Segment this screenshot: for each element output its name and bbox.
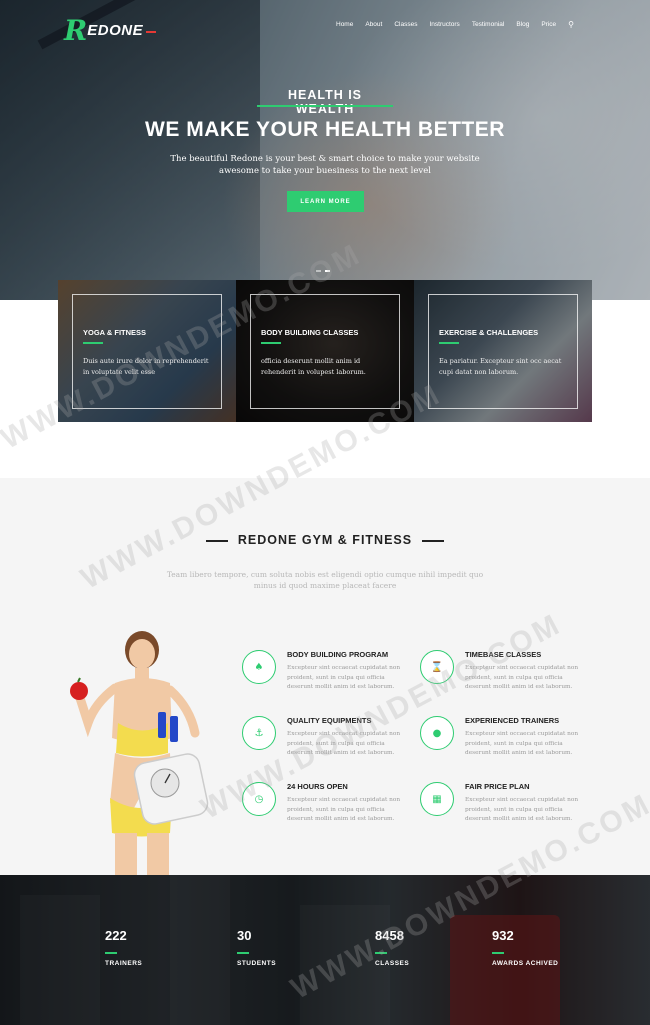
about-subtitle: Team libero tempore, cum soluta nobis es… <box>166 570 484 590</box>
stat-label: TRAINERS <box>105 959 143 967</box>
stat-classes: 8458 CLASSES <box>375 928 409 967</box>
hero-tagline-underline <box>257 105 393 107</box>
feature-title: BODY BUILDING PROGRAM <box>287 650 389 659</box>
slider-dot-active[interactable] <box>325 270 330 272</box>
stat-number: 30 <box>237 928 252 943</box>
class-card-exercise[interactable]: EXERCISE & CHALLENGES Ea pariatur. Excep… <box>414 280 592 422</box>
card-title: YOGA & FITNESS <box>83 328 147 337</box>
calculator-icon: ▦ <box>420 782 454 816</box>
stats-section: 222 TRAINERS 30 STUDENTS 8458 CLASSES 93… <box>0 875 650 1025</box>
logo-text: EDONE <box>87 22 144 39</box>
title-line-left <box>205 539 228 542</box>
feature-title: 24 HOURS OPEN <box>287 782 348 791</box>
main-nav: Home About Classes Instructors Testimoni… <box>336 21 586 29</box>
logo-letter: R <box>64 14 88 47</box>
nav-item-about[interactable]: About <box>365 21 382 28</box>
card-text: Ea pariatur. Excepteur sint occ aecat cu… <box>439 357 562 376</box>
stat-underline <box>237 952 249 954</box>
card-underline <box>261 342 281 344</box>
feature-title: TIMEBASE CLASSES <box>465 650 542 659</box>
feature-text: Excepteur sint occaecat cupidatat non pr… <box>287 665 401 691</box>
stat-label: STUDENTS <box>237 959 277 967</box>
feature-text: Excepteur sint occaecat cupidatat non pr… <box>465 731 579 757</box>
hero-tagline: HEALTH IS WEALTH <box>287 88 363 116</box>
stat-underline <box>492 952 504 954</box>
class-cards: YOGA & FITNESS Duis aute irure dolor in … <box>58 280 592 422</box>
stat-number: 8458 <box>375 928 404 943</box>
hero-subtext: The beautiful Redone is your best & smar… <box>170 154 480 176</box>
hero-headline: WE MAKE YOUR HEALTH BETTER <box>145 118 505 141</box>
title-line-right <box>422 539 445 542</box>
nav-item-instructors[interactable]: Instructors <box>429 21 459 28</box>
nav-item-classes[interactable]: Classes <box>394 21 417 28</box>
stat-trainers: 222 TRAINERS <box>105 928 142 967</box>
stat-underline <box>105 952 117 954</box>
card-underline <box>83 342 103 344</box>
stat-label: CLASSES <box>375 959 410 967</box>
site-logo[interactable]: R EDONE <box>64 14 157 47</box>
nav-item-home[interactable]: Home <box>336 21 353 28</box>
nav-item-price[interactable]: Price <box>541 21 556 28</box>
class-card-yoga[interactable]: YOGA & FITNESS Duis aute irure dolor in … <box>58 280 236 422</box>
card-title: EXERCISE & CHALLENGES <box>439 328 539 337</box>
card-underline <box>439 342 459 344</box>
stat-label: AWARDS ACHIVED <box>492 959 559 967</box>
card-frame <box>250 294 400 409</box>
card-text: Duis aute irure dolor in reprehenderit i… <box>83 357 209 376</box>
stat-students: 30 STUDENTS <box>237 928 276 967</box>
slider-dots <box>316 270 330 272</box>
feature-text: Excepteur sint occaecat cupidatat non pr… <box>287 731 401 757</box>
card-frame <box>428 294 578 409</box>
nav-item-testimonial[interactable]: Testimonial <box>472 21 505 28</box>
stat-number: 932 <box>492 928 514 943</box>
card-frame <box>72 294 222 409</box>
logo-dash <box>146 31 157 33</box>
stat-number: 222 <box>105 928 127 943</box>
card-text: officia deserunt mollit anim id rehender… <box>261 357 366 376</box>
about-title: REDONE GYM & FITNESS <box>0 533 650 547</box>
feature-text: Excepteur sint occaecat cupidatat non pr… <box>465 665 579 691</box>
slider-dot[interactable] <box>316 270 321 272</box>
search-icon[interactable]: ⚲ <box>568 21 574 29</box>
stat-awards: 932 AWARDS ACHIVED <box>492 928 558 967</box>
learn-more-button[interactable]: LEARN MORE <box>287 191 364 212</box>
feature-text: Excepteur sint occaecat cupidatat non pr… <box>287 797 401 823</box>
nav-item-blog[interactable]: Blog <box>516 21 529 28</box>
feature-title: EXPERIENCED TRAINERS <box>465 716 560 725</box>
clock-icon: ◷ <box>242 782 276 816</box>
class-card-bodybuilding[interactable]: BODY BUILDING CLASSES officia deserunt m… <box>236 280 414 422</box>
feature-text: Excepteur sint occaecat cupidatat non pr… <box>465 797 579 823</box>
hourglass-icon: ⌛ <box>420 650 454 684</box>
leaf-icon: ♠ <box>242 650 276 684</box>
user-icon: ● <box>420 716 454 750</box>
feature-title: QUALITY EQUIPMENTS <box>287 716 372 725</box>
fitness-model-image <box>70 631 209 875</box>
about-title-text: REDONE GYM & FITNESS <box>237 533 413 547</box>
feature-title: FAIR PRICE PLAN <box>465 782 530 791</box>
stat-underline <box>375 952 387 954</box>
card-title: BODY BUILDING CLASSES <box>261 328 359 337</box>
anchor-icon: ⚓ <box>242 716 276 750</box>
